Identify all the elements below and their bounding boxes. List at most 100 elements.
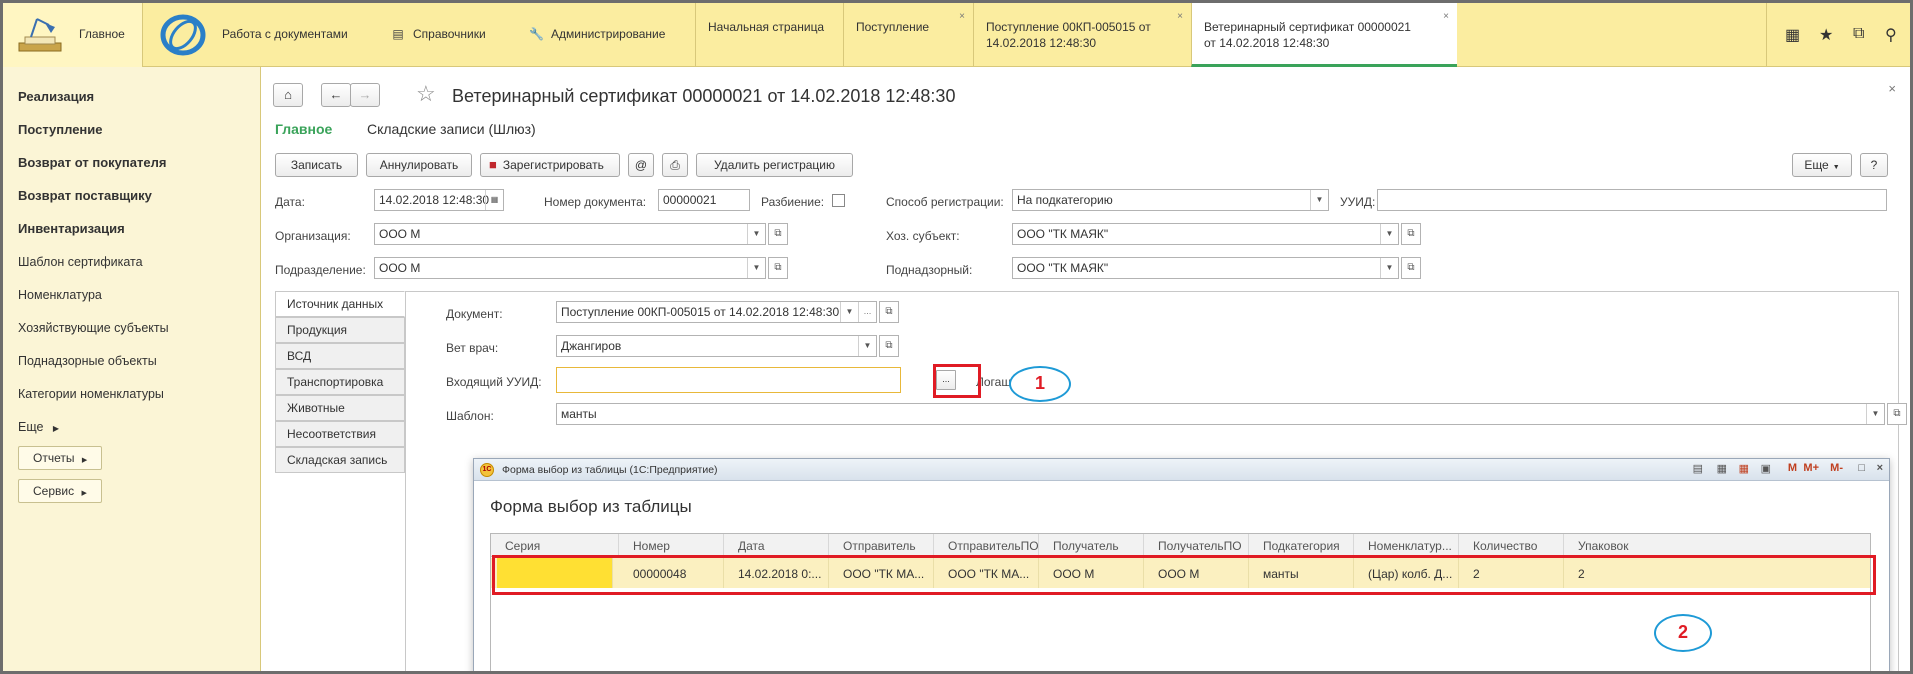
close-icon[interactable]: × [1177,9,1183,25]
save-button[interactable]: Записать [275,153,358,177]
sidebar-item-nomenclature[interactable]: Номенклатура [18,288,102,302]
memory-icon[interactable]: M [1788,462,1797,474]
tab-animals[interactable]: Животные [275,395,405,421]
column-header[interactable]: Номенклатур... [1354,534,1459,557]
document-field[interactable]: Поступление 00КП-005015 от 14.02.2018 12… [556,301,877,323]
link-icon[interactable]: ▤ [1693,462,1703,475]
annul-button[interactable]: Аннулировать [366,153,472,177]
close-icon[interactable]: × [1877,462,1883,474]
delete-registration-button[interactable]: Удалить регистрацию [696,153,853,177]
open-icon[interactable]: ⧉ [768,223,788,245]
tab-label-line1: Ветеринарный сертификат 00000021 [1204,20,1411,34]
table-icon[interactable]: ▦ [1717,462,1727,475]
organization-field[interactable]: ООО М ▼ [374,223,766,245]
open-icon[interactable]: ⧉ [1887,403,1907,425]
section-documents[interactable]: Работа с документами [222,27,348,41]
back-button[interactable]: ← [321,83,351,107]
sidebar-item-supervised[interactable]: Поднадзорные объекты [18,354,157,368]
calendar-icon[interactable]: ▦ [485,190,503,210]
supervised-field[interactable]: ООО "ТК МАЯК" ▼ [1012,257,1399,279]
sidebar-item-cert-template[interactable]: Шаблон сертификата [18,255,143,269]
split-checkbox[interactable] [832,194,845,207]
open-icon[interactable]: ⧉ [768,257,788,279]
search-icon[interactable]: ⚲ [1885,25,1897,45]
maximize-icon[interactable]: □ [1858,462,1865,474]
open-icon[interactable]: ⧉ [1401,223,1421,245]
column-header[interactable]: Подкатегория [1249,534,1354,557]
tab-vet-certificate[interactable]: Ветеринарный сертификат 00000021 от 14.0… [1191,3,1457,67]
uuid-field[interactable] [1377,189,1887,211]
section-reference[interactable]: ▤ Справочники [391,27,486,41]
tab-warehouse-record[interactable]: Складская запись [275,447,405,473]
modal-heading: Форма выбор из таблицы [490,497,692,516]
column-header[interactable]: ОтправительПО [934,534,1039,557]
section-admin[interactable]: 🔧 Администрирование [529,27,665,41]
sidebar-item-entities[interactable]: Хозяйствующие субъекты [18,321,169,335]
tab-transport[interactable]: Транспортировка [275,369,405,395]
chevron-down-icon: ▼ [747,258,765,278]
calculator-icon[interactable]: ▣ [1761,462,1771,475]
help-button[interactable]: ? [1860,153,1888,177]
tab-receipt[interactable]: Поступление × [843,3,973,67]
open-icon[interactable]: ⧉ [879,335,899,357]
incoming-uuid-field[interactable] [556,367,901,393]
column-header[interactable]: Серия [491,534,619,557]
register-button[interactable]: ■ Зарегистрировать [480,153,620,177]
service-button[interactable]: Сервис ▶ [18,479,102,503]
sidebar-item-receipt[interactable]: Поступление [18,122,103,137]
home-button[interactable]: ⌂ [273,83,303,107]
memory-plus-icon[interactable]: M+ [1803,462,1819,474]
sidebar-item-categories[interactable]: Категории номенклатуры [18,387,164,401]
column-header[interactable]: Количество [1459,534,1564,557]
template-field[interactable]: манты ▼ [556,403,1885,425]
column-header[interactable]: Дата [724,534,829,557]
email-button[interactable]: @ [628,153,654,177]
forward-button[interactable]: → [350,83,380,107]
column-header[interactable]: Номер [619,534,724,557]
sidebar-item-sales[interactable]: Реализация [18,89,94,104]
division-field[interactable]: ООО М ▼ [374,257,766,279]
tab-products[interactable]: Продукция [275,317,405,343]
more-button[interactable]: Еще ▼ [1792,153,1852,177]
apps-icon[interactable]: ▦ [1785,25,1800,45]
nav-warehouse-records[interactable]: Складские записи (Шлюз) [367,121,536,137]
calendar-icon[interactable]: ▦ [1739,462,1749,475]
sidebar-more[interactable]: Еще ▶ [18,420,59,434]
close-icon[interactable]: × [1443,9,1449,25]
subject-field[interactable]: ООО "ТК МАЯК" ▼ [1012,223,1399,245]
sidebar-item-customer-return[interactable]: Возврат от покупателя [18,155,166,170]
service-button-label: Сервис [33,484,75,498]
close-icon[interactable]: × [959,9,965,25]
supervised-label: Поднадзорный: [886,263,973,277]
date-field[interactable]: 14.02.2018 12:48:30 ▦ [374,189,504,211]
reports-button[interactable]: Отчеты ▶ [18,446,103,470]
close-icon[interactable]: × [1888,81,1896,96]
history-icon[interactable]: ⧉ [1853,25,1864,43]
section-reference-label: Справочники [413,27,486,41]
sidebar-item-supplier-return[interactable]: Возврат поставщику [18,188,152,203]
tab-start-page[interactable]: Начальная страница [695,3,843,67]
main-section-button[interactable]: Главное [3,3,143,67]
open-icon[interactable]: ⧉ [1401,257,1421,279]
tab-nonconformity[interactable]: Несоответствия [275,421,405,447]
favorite-star-icon[interactable]: ☆ [416,81,436,107]
doc-number-field[interactable]: 00000021 [658,189,750,211]
vet-field[interactable]: Джангиров ▼ [556,335,877,357]
memory-minus-icon[interactable]: M- [1830,462,1843,474]
column-header[interactable]: ПолучательПО [1144,534,1249,557]
open-icon[interactable]: ⧉ [879,301,899,323]
column-header[interactable]: Получатель [1039,534,1144,557]
tab-data-source[interactable]: Источник данных [275,291,405,317]
sidebar-item-inventory[interactable]: Инвентаризация [18,221,125,236]
register-cube-icon: ■ [489,157,497,172]
select-icon[interactable]: … [858,302,876,322]
star-icon[interactable]: ★ [1819,25,1833,45]
tab-vsd[interactable]: ВСД [275,343,405,369]
column-header[interactable]: Упаковок [1564,534,1870,557]
column-header[interactable]: Отправитель [829,534,934,557]
reg-method-select[interactable]: На подкатегорию ▼ [1012,189,1329,211]
tab-receipt-doc[interactable]: Поступление 00КП-005015 от 14.02.2018 12… [973,3,1191,67]
print-button[interactable]: ⎙ [662,153,688,177]
marker-1: 1 [1009,366,1071,402]
nav-main[interactable]: Главное [275,121,332,137]
